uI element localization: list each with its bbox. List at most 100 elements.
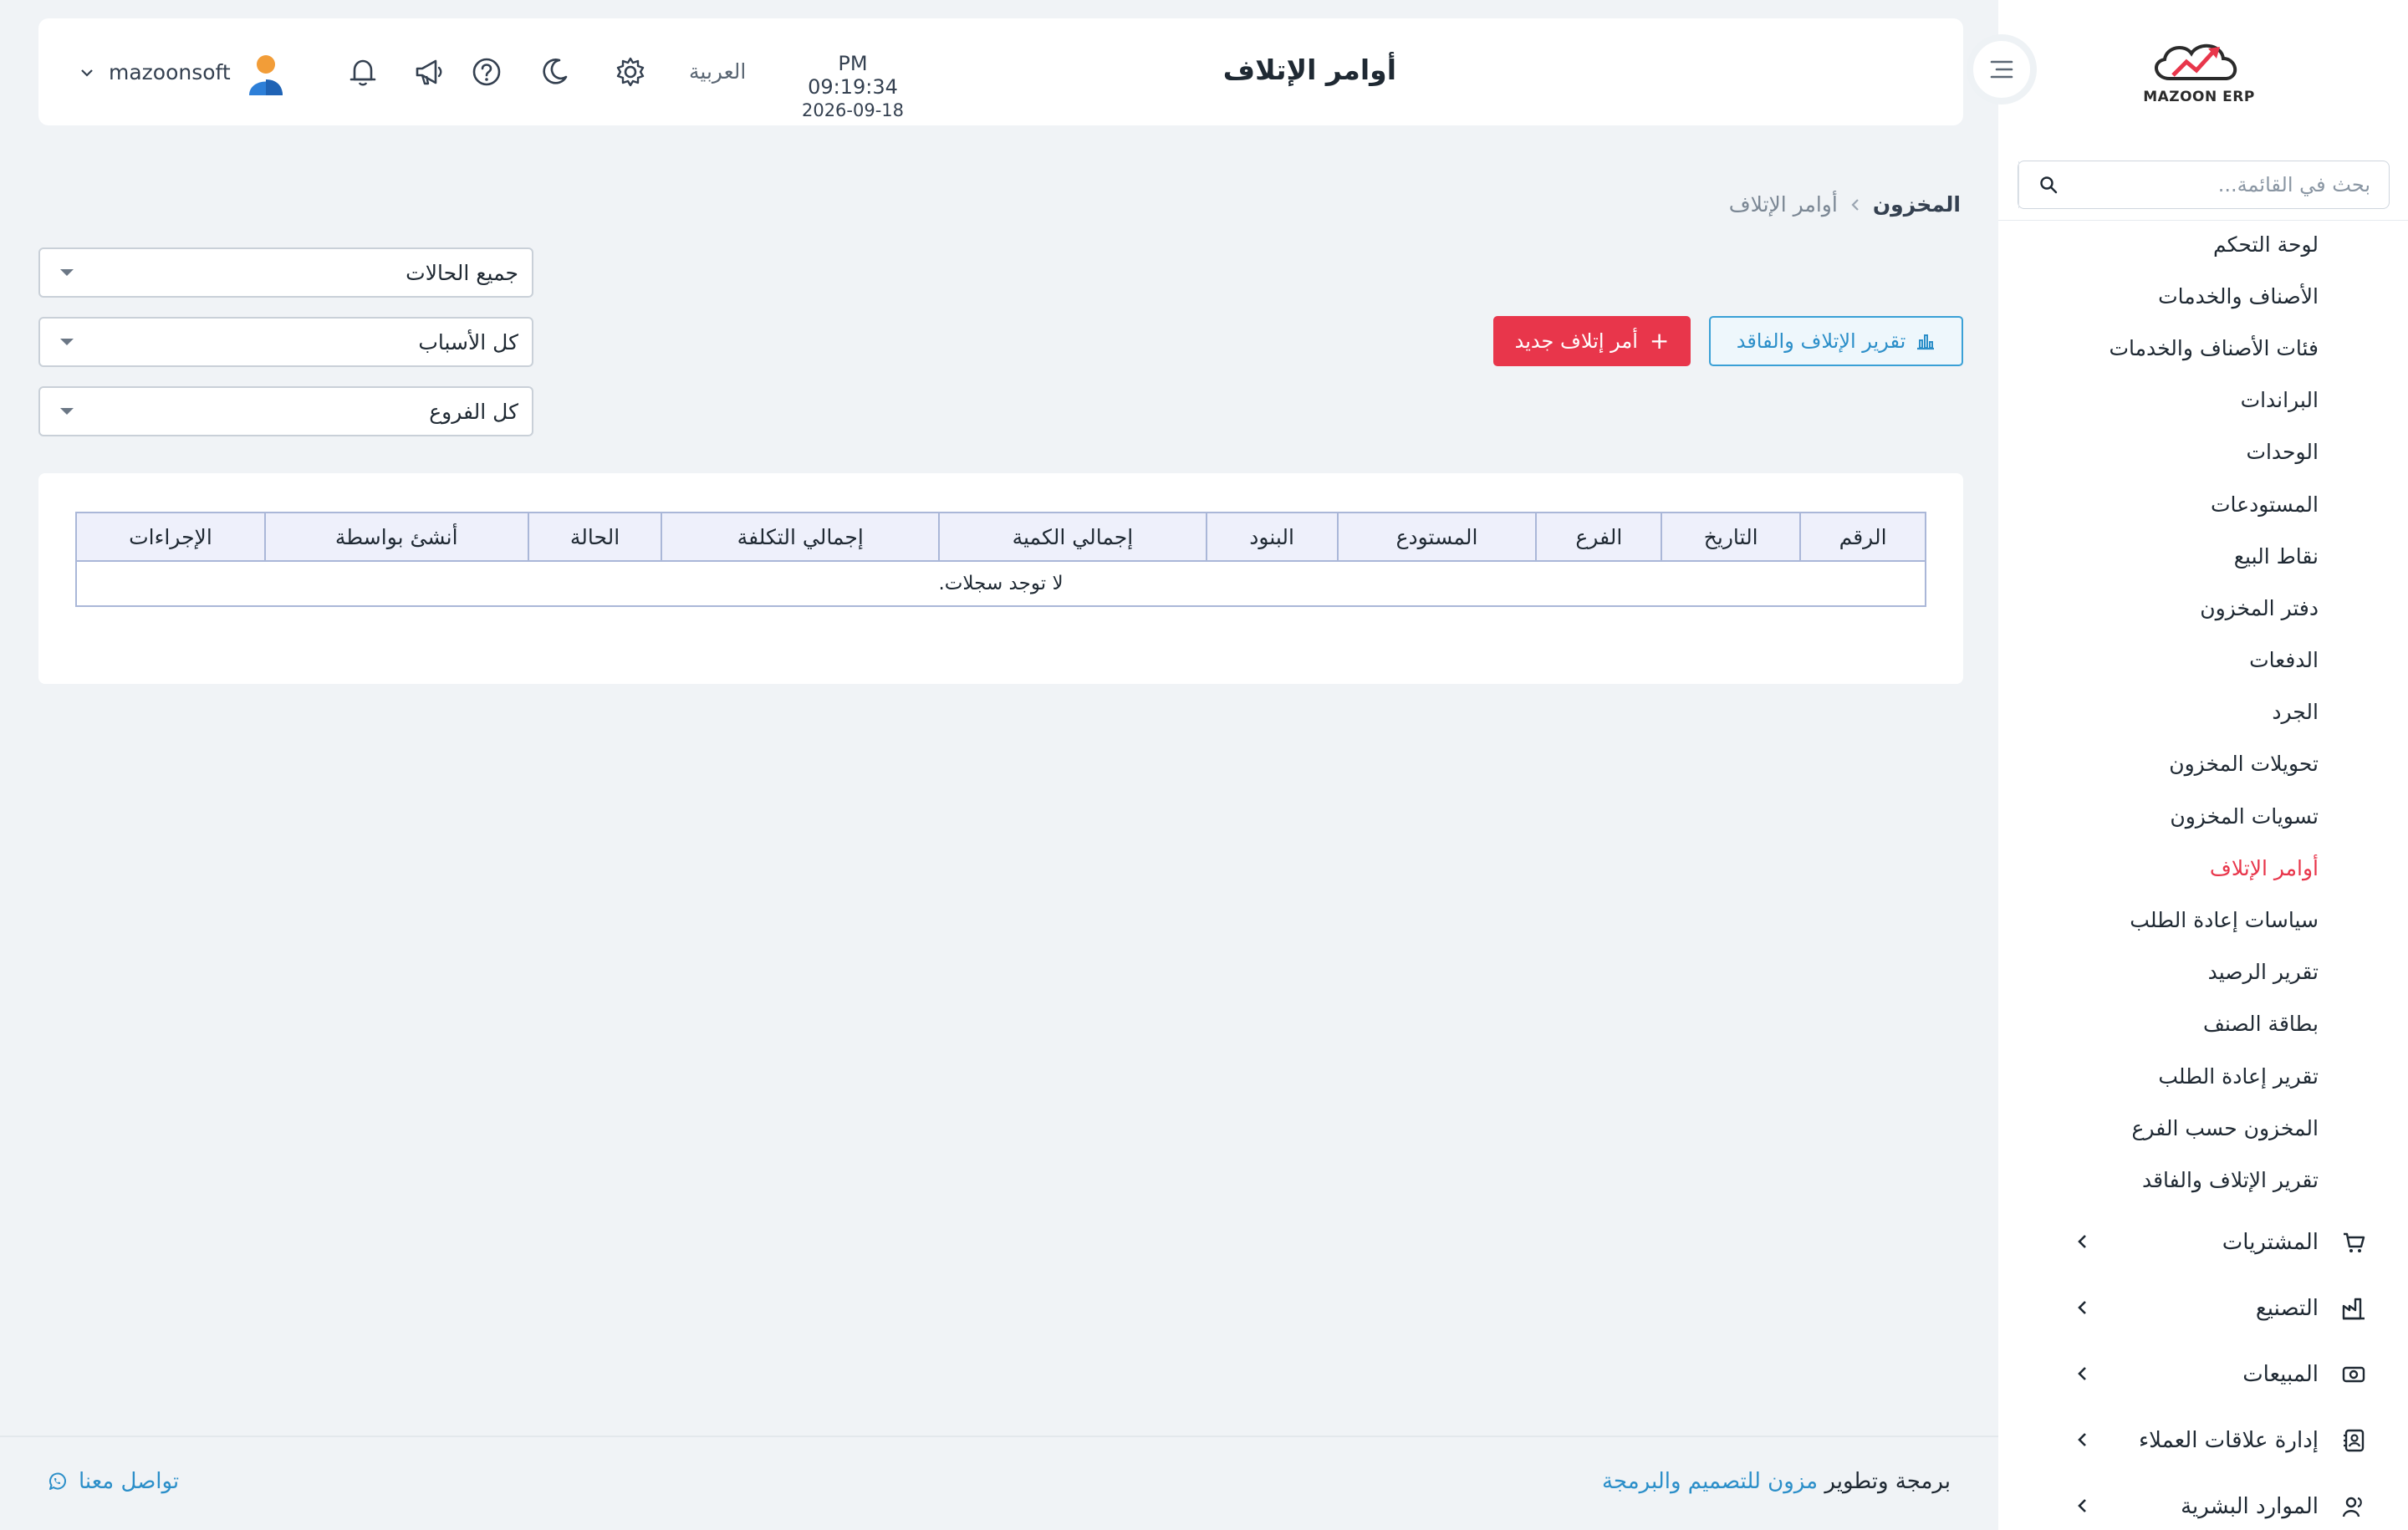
sidebar-item-item-categories[interactable]: فئات الأصناف والخدمات	[1998, 322, 2408, 374]
breadcrumb-root[interactable]: المخزون	[1873, 192, 1961, 217]
language-switch[interactable]: العربية	[689, 59, 746, 84]
sidebar-search-input[interactable]	[2077, 162, 2389, 207]
sidebar-item-label: الجرد	[2272, 700, 2319, 725]
search-icon	[2039, 176, 2057, 194]
column-header-date[interactable]: التاريخ	[1661, 512, 1802, 562]
sidebar-group-purchases[interactable]: المشتريات	[1998, 1209, 2408, 1275]
sidebar-item-brands[interactable]: البراندات	[1998, 375, 2408, 426]
column-header-number[interactable]: الرقم	[1799, 512, 1926, 562]
report-button-label: تقرير الإتلاف والفاقد	[1736, 329, 1906, 353]
sidebar-search	[2018, 161, 2390, 209]
user-menu[interactable]: mazoonsoft	[80, 60, 231, 84]
search-button[interactable]	[2018, 161, 2077, 208]
sidebar-item-stock-transfers[interactable]: تحويلات المخزون	[1998, 738, 2408, 790]
sidebar-item-label: تسويات المخزون	[2170, 803, 2319, 829]
column-header-created-by[interactable]: أنشئ بواسطة	[263, 512, 529, 562]
sidebar-item-items-services[interactable]: الأصناف والخدمات	[1998, 270, 2408, 322]
column-header-warehouse[interactable]: المستودع	[1336, 512, 1538, 562]
footer-company-link[interactable]: مزون للتصميم والبرمجة	[1602, 1469, 1818, 1494]
sidebar-item-item-card[interactable]: بطاقة الصنف	[1998, 998, 2408, 1050]
sidebar-group-label: التصنيع	[2255, 1295, 2319, 1321]
sidebar-item-label: بطاقة الصنف	[2202, 1012, 2319, 1037]
sidebar-item-stock-by-branch[interactable]: المخزون حسب الفرع	[1998, 1102, 2408, 1154]
column-header-total-cost[interactable]: إجمالي التكلفة	[661, 512, 941, 562]
caret-down-icon	[60, 269, 74, 276]
reason-filter-value: كل الأسباب	[418, 329, 518, 354]
contact-us-link[interactable]: تواصل معنا	[47, 1469, 179, 1494]
sidebar-item-label: دفتر المخزون	[2200, 595, 2319, 620]
reason-filter-select[interactable]: كل الأسباب	[38, 317, 533, 367]
sidebar-item-label: تحويلات المخزون	[2169, 752, 2319, 777]
sidebar-item-stocktake[interactable]: الجرد	[1998, 686, 2408, 738]
column-header-actions: الإجراءات	[75, 512, 266, 562]
new-damage-order-button[interactable]: + أمر إتلاف جديد	[1493, 316, 1691, 366]
sidebar-item-label: المخزون حسب الفرع	[2131, 1115, 2319, 1140]
clock-time: PM 09:19:34	[808, 52, 898, 99]
sidebar-item-balance-report[interactable]: تقرير الرصيد	[1998, 946, 2408, 998]
column-header-branch[interactable]: الفرع	[1535, 512, 1663, 562]
cart-icon	[2344, 1232, 2365, 1252]
sidebar-item-label: سياسات إعادة الطلب	[2130, 908, 2319, 933]
bell-icon[interactable]	[346, 55, 380, 89]
sidebar-item-units[interactable]: الوحدات	[1998, 426, 2408, 478]
plus-icon: +	[1649, 327, 1670, 354]
sidebar-group-hr[interactable]: الموارد البشرية	[1998, 1473, 2408, 1530]
branch-filter-select[interactable]: كل الفروع	[38, 386, 533, 436]
sidebar-group-label: الموارد البشرية	[2181, 1493, 2319, 1519]
sidebar-item-label: المستودعات	[2211, 492, 2319, 517]
column-header-lines[interactable]: البنود	[1205, 512, 1339, 562]
sidebar-item-batches[interactable]: الدفعات	[1998, 635, 2408, 686]
username: mazoonsoft	[109, 60, 231, 84]
sidebar-item-dashboard[interactable]: لوحة التحكم	[1998, 218, 2408, 270]
empty-table-message: لا توجد سجلات.	[75, 560, 1926, 607]
help-icon[interactable]	[470, 55, 503, 89]
status-filter-value: جميع الحالات	[406, 260, 518, 285]
footer-credit-prefix: برمجة وتطوير	[1824, 1469, 1951, 1494]
sidebar-item-label: تقرير إعادة الطلب	[2158, 1063, 2319, 1089]
sidebar-group-sales[interactable]: المبيعات	[1998, 1341, 2408, 1407]
contacts-icon	[2344, 1429, 2365, 1452]
sidebar-item-label: نقاط البيع	[2233, 543, 2319, 569]
sidebar-group-manufacturing[interactable]: التصنيع	[1998, 1275, 2408, 1341]
sidebar-item-label: لوحة التحكم	[2212, 232, 2319, 257]
breadcrumb: المخزون أوامر الإتلاف	[1729, 192, 1961, 217]
damage-loss-report-button[interactable]: تقرير الإتلاف والفاقد	[1709, 316, 1963, 366]
sidebar-item-reorder-policies[interactable]: سياسات إعادة الطلب	[1998, 894, 2408, 946]
inventory-submenu: لوحة التحكم الأصناف والخدمات فئات الأصنا…	[1998, 218, 2408, 1206]
sidebar: MAZOON ERP لوحة التحكم الأصناف والخدمات …	[1998, 0, 2408, 1530]
status-filter-select[interactable]: جميع الحالات	[38, 247, 533, 298]
sidebar-item-label: تقرير الرصيد	[2207, 960, 2319, 985]
sidebar-item-stock-adjustments[interactable]: تسويات المخزون	[1998, 790, 2408, 842]
sidebar-item-reorder-report[interactable]: تقرير إعادة الطلب	[1998, 1050, 2408, 1102]
moon-icon[interactable]	[538, 55, 571, 89]
column-header-total-quantity[interactable]: إجمالي الكمية	[938, 512, 1207, 562]
sidebar-item-label: فئات الأصناف والخدمات	[2109, 335, 2319, 360]
main-menu: المشتريات التصنيع المبيعات إدارة علاقات …	[1998, 1209, 2408, 1530]
column-header-status[interactable]: الحالة	[527, 512, 663, 562]
top-header	[38, 18, 1963, 125]
megaphone-icon[interactable]	[412, 55, 446, 89]
chevron-left-icon	[2078, 1499, 2086, 1512]
bar-chart-icon	[1917, 334, 1935, 350]
factory-icon	[2342, 1298, 2365, 1320]
sidebar-group-crm[interactable]: إدارة علاقات العملاء	[1998, 1407, 2408, 1473]
logo[interactable]: MAZOON ERP	[2136, 37, 2262, 112]
footer-credit: برمجة وتطوير مزون للتصميم والبرمجة	[1602, 1469, 1951, 1494]
sidebar-item-stock-ledger[interactable]: دفتر المخزون	[1998, 582, 2408, 634]
sidebar-item-label: الأصناف والخدمات	[2158, 283, 2319, 309]
avatar[interactable]	[246, 52, 286, 95]
damage-orders-card: الرقم التاريخ الفرع المستودع البنود إجما…	[38, 473, 1963, 684]
caret-down-icon	[60, 408, 74, 415]
sidebar-item-label: الدفعات	[2249, 648, 2319, 673]
gear-icon[interactable]	[614, 55, 647, 89]
footer-divider	[0, 1436, 1998, 1437]
clock-date: 2026-09-18	[801, 100, 905, 120]
branch-filter-value: كل الفروع	[429, 399, 518, 424]
sidebar-item-damage-loss-report[interactable]: تقرير الإتلاف والفاقد	[1998, 1154, 2408, 1206]
sidebar-item-warehouses[interactable]: المستودعات	[1998, 478, 2408, 530]
sidebar-item-label: تقرير الإتلاف والفاقد	[2141, 1167, 2319, 1192]
sidebar-toggle-button[interactable]	[1967, 34, 2037, 105]
sidebar-item-pos[interactable]: نقاط البيع	[1998, 530, 2408, 582]
sidebar-item-damage-orders[interactable]: أوامر الإتلاف	[1998, 842, 2408, 894]
clock: PM 09:19:34 2026-09-18	[794, 52, 911, 120]
